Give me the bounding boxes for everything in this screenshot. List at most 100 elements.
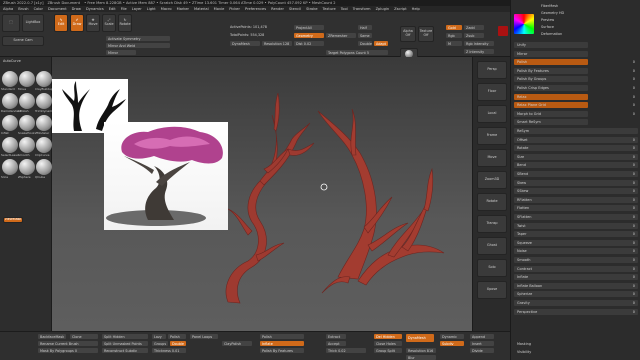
panel-section-fibermesh[interactable]: FiberMesh [541, 4, 558, 8]
view-transp-button[interactable]: Transp [477, 215, 507, 233]
sculpt-viewport[interactable] [52, 57, 472, 331]
brush-claybuildup-icon[interactable] [36, 71, 52, 87]
same-button[interactable]: Same [358, 33, 372, 38]
deformation-skew[interactable]: Skew 0 [514, 179, 638, 186]
menu-tool[interactable]: Tool [341, 7, 348, 11]
thickness-slider[interactable]: Thickness 0.01 [152, 348, 186, 353]
deformation-polish[interactable]: Polish 0 [514, 59, 638, 66]
deformation-flatten[interactable]: Flatten 0 [514, 205, 638, 212]
resolution-bottom-slider[interactable]: Resolution 816 [406, 348, 436, 353]
half-button[interactable]: Half [358, 25, 372, 30]
brush-zmodeler-icon[interactable] [36, 115, 52, 131]
deformation-smart-resym[interactable]: Smart ReSym [514, 119, 638, 126]
double-sided-button[interactable]: Double [170, 341, 186, 346]
panel-section-surface[interactable]: Surface [541, 25, 554, 29]
color-picker[interactable] [514, 14, 534, 34]
reference-tree-image[interactable] [104, 122, 228, 230]
blur-slider[interactable]: Blur [406, 355, 436, 360]
menu-marker[interactable]: Marker [177, 7, 189, 11]
menu-draw[interactable]: Draw [72, 7, 81, 11]
split-unmasked-button[interactable]: Split Unmasked Points [102, 341, 148, 346]
deformation-mirror[interactable]: Mirror [514, 50, 638, 57]
menu-zplugin[interactable]: Zplugin [376, 7, 390, 11]
split-hidden-button[interactable]: Split Hidden [102, 334, 148, 339]
menu-macro[interactable]: Macro [161, 7, 172, 11]
view-ghost-button[interactable]: Ghost [477, 237, 507, 255]
deformation-gravity[interactable]: Gravity 0 [514, 300, 638, 306]
append-button[interactable]: Append [470, 334, 494, 339]
menu-stencil[interactable]: Stencil [289, 7, 301, 11]
deformation-size[interactable]: Size 0 [514, 153, 638, 160]
accept-button[interactable]: Accept [326, 341, 346, 346]
adapt-button[interactable]: Adapt [374, 41, 388, 46]
menu-document[interactable]: Document [48, 7, 67, 11]
mirror-weld-button[interactable]: Mirror And Weld [106, 43, 170, 48]
deformation-polish-crisp-edges[interactable]: Polish Crisp Edges 0 [514, 85, 638, 91]
texture-button[interactable]: Texture Off [418, 26, 434, 42]
divide-button[interactable]: Divide [470, 348, 494, 353]
view-local-button[interactable]: Local [477, 105, 507, 123]
rgb-button[interactable]: Rgb [446, 33, 462, 38]
geometry-button[interactable]: Geometry [294, 33, 324, 38]
brush-inflat-icon[interactable] [2, 115, 18, 131]
brush-qcube-icon[interactable] [36, 159, 52, 175]
clone-button[interactable]: Clone [70, 334, 98, 339]
menu-material[interactable]: Material [194, 7, 209, 11]
dist-slider[interactable]: Dist 0.02 [294, 41, 324, 46]
brush-hpolish-icon[interactable] [19, 93, 35, 109]
deformation-inflate-balloon[interactable]: Inflate Balloon 0 [514, 282, 638, 289]
panel-section-geometry-hd[interactable]: Geometry HD [541, 11, 564, 15]
subdiv-button[interactable]: Subdiv [440, 341, 464, 346]
view-solo-button[interactable]: Solo [477, 259, 507, 277]
panel-section-preview[interactable]: Preview [541, 18, 554, 22]
menu-file[interactable]: File [121, 7, 127, 11]
deformation-spherize[interactable]: Spherize 0 [514, 291, 638, 298]
menu-transform[interactable]: Transform [353, 7, 371, 11]
deformation-inflate[interactable]: Inflate 0 [514, 274, 638, 281]
zsub-button[interactable]: Zsub [464, 33, 484, 38]
deformation-sskew[interactable]: SSkew 0 [514, 188, 638, 195]
panel-loops-button[interactable]: Panel Loops [190, 334, 218, 339]
dynamesh-button[interactable]: DynaMesh [230, 41, 260, 46]
backface-mask-button[interactable]: BackfaceMask [38, 334, 66, 339]
deformation-polish-by-groups[interactable]: Polish By Groups 0 [514, 76, 638, 83]
menu-picker[interactable]: Picker [229, 7, 240, 11]
view-move-button[interactable]: Move [477, 149, 507, 167]
thick-slider[interactable]: Thick 0.02 [326, 348, 366, 353]
menu-light[interactable]: Light [147, 7, 156, 11]
menu-layer[interactable]: Layer [132, 7, 142, 11]
deformation-sflatten[interactable]: SFlatten 0 [514, 214, 638, 220]
scale-button[interactable]: ⤢ Scale [102, 14, 116, 32]
rotate-button[interactable]: ↻ Rotate [118, 14, 132, 32]
z-intensity-slider[interactable]: Z Intensity [464, 49, 494, 54]
dynamic-button[interactable]: Dynamic [440, 334, 464, 339]
reconstruct-subdiv-button[interactable]: Reconstruct Subdiv [102, 348, 148, 353]
zadd-button[interactable]: Zadd [464, 25, 484, 30]
insert-button[interactable]: Insert [470, 341, 494, 346]
deformation-rotate[interactable]: Rotate 0 [514, 145, 638, 152]
deformation-squeeze[interactable]: Squeeze 0 [514, 239, 638, 246]
deformation-polish-by-features[interactable]: Polish By Features 0 [514, 67, 638, 74]
lazy-button[interactable]: Lazy [152, 334, 166, 339]
color-swatch[interactable] [498, 26, 508, 36]
deformation-taper[interactable]: Taper 0 [514, 231, 638, 238]
menu-movie[interactable]: Movie [214, 7, 225, 11]
menu-dynamics[interactable]: Dynamics [86, 7, 104, 11]
brush-standard-icon[interactable] [2, 71, 18, 87]
group-split-button[interactable]: Group Split [374, 348, 402, 353]
menu-preferences[interactable]: Preferences [245, 7, 266, 11]
deformation-bend[interactable]: Bend 0 [514, 162, 638, 169]
menu-stroke[interactable]: Stroke [306, 7, 317, 11]
lightbox-button[interactable]: LightBox [22, 14, 44, 32]
brush-slice-icon[interactable] [2, 159, 18, 175]
activate-symmetry-button[interactable]: Activate Symmetry [106, 36, 170, 41]
dynamesh-bottom-button[interactable]: DynaMesh [406, 334, 434, 342]
deformation-noise[interactable]: Noise 0 [514, 248, 638, 255]
view-xpose-button[interactable]: Xpose [477, 281, 507, 299]
viewmask-button[interactable]: ViewMask [3, 217, 23, 223]
view-floor-button[interactable]: Floor [477, 83, 507, 101]
mask-by-polygroups-slider[interactable]: Mask By Polygroups 0 [38, 348, 98, 353]
polish-slider[interactable]: Polish [168, 334, 186, 339]
view-persp-button[interactable]: Persp [477, 61, 507, 79]
view-zoom3d-button[interactable]: Zoom3D [477, 171, 507, 189]
